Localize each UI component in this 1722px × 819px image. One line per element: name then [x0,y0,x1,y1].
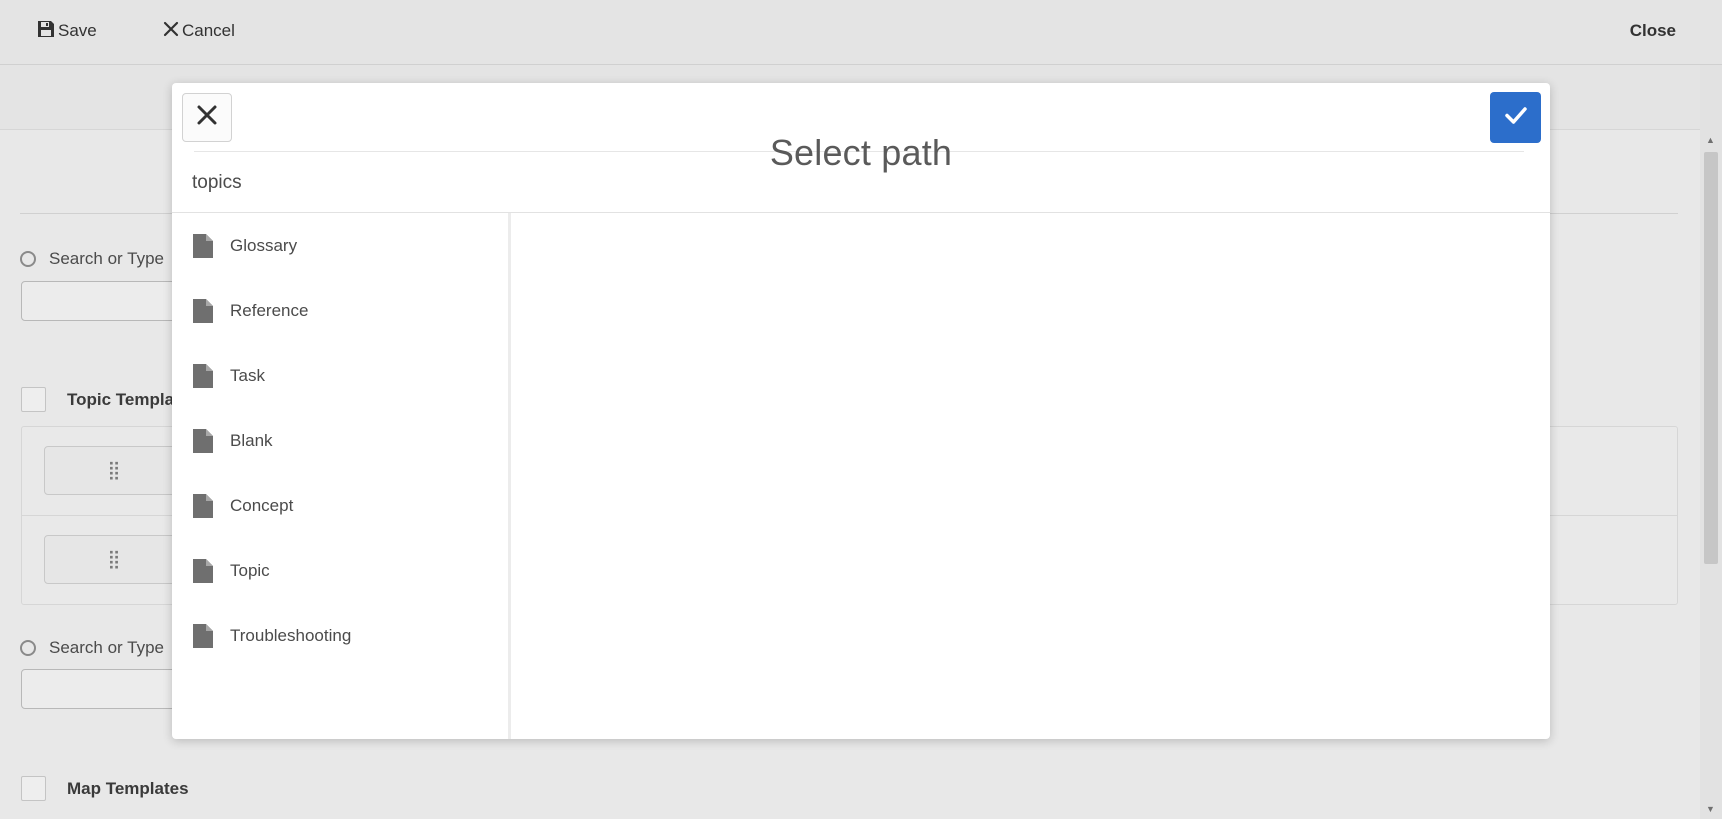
top-toolbar: Save Cancel Close [0,0,1722,65]
map-templates-label: Map Templates [67,778,189,798]
checkmark-icon [1503,102,1529,133]
list-item[interactable]: Topic [172,538,508,603]
document-icon [193,234,213,263]
radio-button[interactable] [20,251,36,267]
save-label: Save [58,21,97,40]
list-item-label: Topic [230,561,270,580]
list-item-label: Concept [230,496,294,515]
drag-handle[interactable]: ⣿ [44,535,184,584]
close-label: Close [1629,21,1676,40]
file-list: Glossary Reference Task Blank Concept To… [172,213,508,668]
document-icon [193,624,213,653]
save-button[interactable]: Save [36,18,97,44]
dialog-title: Select path [769,132,953,173]
search-input[interactable] [21,669,191,709]
document-icon [193,429,213,458]
list-item-label: Reference [230,301,309,320]
cancel-button[interactable]: Cancel [162,18,235,44]
list-item[interactable]: Concept [172,473,508,538]
radio-button[interactable] [20,640,36,656]
list-item[interactable]: Task [172,343,508,408]
page-scrollbar[interactable]: ▲ ▼ [1700,65,1722,819]
drag-handle-icon: ⣿ [107,460,121,480]
list-item[interactable]: Troubleshooting [172,603,508,668]
save-icon [36,19,58,44]
cancel-label: Cancel [182,21,235,40]
map-templates-checkbox-row[interactable]: Map Templates [21,776,189,801]
list-item[interactable]: Reference [172,278,508,343]
select-path-dialog: Select path topics Glossary Reference Ta… [172,83,1550,739]
drag-handle-icon: ⣿ [107,549,121,569]
document-icon [193,364,213,393]
scroll-up-arrow-icon[interactable]: ▲ [1706,135,1715,145]
list-item-label: Glossary [230,236,298,255]
list-item-label: Task [230,366,265,385]
checkbox[interactable] [21,776,46,801]
search-radio-option[interactable]: Search or Type [20,249,164,269]
search-input[interactable] [21,281,191,321]
column-divider [508,213,511,739]
cancel-icon [162,20,182,43]
document-icon [193,299,213,328]
topic-templates-label: Topic Templa [67,389,175,409]
list-item[interactable]: Blank [172,408,508,473]
list-item-label: Blank [230,431,273,450]
breadcrumb[interactable]: topics [192,172,242,194]
radio-label: Search or Type [49,638,164,657]
list-item[interactable]: Glossary [172,213,508,278]
search-radio-option[interactable]: Search or Type [20,638,164,658]
document-icon [193,494,213,523]
close-icon [195,103,219,132]
radio-label: Search or Type [49,249,164,268]
checkbox[interactable] [21,387,46,412]
close-button[interactable]: Close [1630,18,1676,44]
drag-handle[interactable]: ⣿ [44,446,184,495]
topic-templates-checkbox-row[interactable]: Topic Templa [21,387,174,412]
document-icon [193,559,213,588]
scrollbar-thumb[interactable] [1704,152,1718,564]
scroll-down-arrow-icon[interactable]: ▼ [1706,804,1715,814]
list-item-label: Troubleshooting [230,626,352,645]
